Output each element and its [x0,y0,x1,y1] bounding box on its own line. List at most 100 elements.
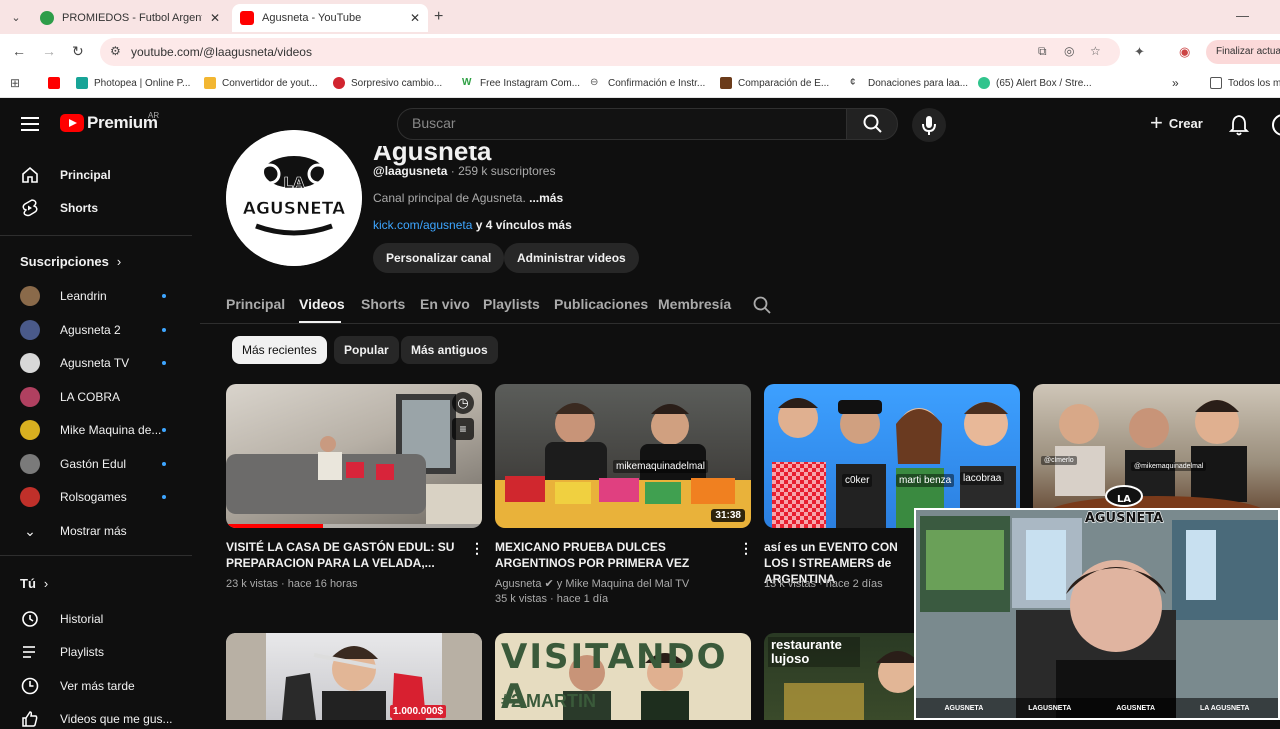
sidebar-item-principal[interactable]: Principal [20,165,111,185]
back-icon[interactable]: ← [12,43,26,59]
manage-videos-button[interactable]: Administrar videos [504,243,639,273]
bookmark-comparacion[interactable]: Comparación de E... [720,77,829,89]
search-box[interactable] [397,108,847,140]
subscriptions-header[interactable]: Suscripciones › [20,254,121,269]
sidebar-sub-agusneta-tv[interactable]: Agusneta TV [20,353,129,373]
video-thumbnail-5[interactable]: 1.000.000$ [226,633,482,720]
bookmark-instagram[interactable]: W Free Instagram Com... [462,77,580,89]
install-app-icon[interactable]: ⧉ [1038,44,1047,59]
bookmark-photopea[interactable]: Photopea | Online P... [76,77,190,89]
tab-shorts[interactable]: Shorts [361,296,405,312]
sidebar-sub-la-cobra[interactable]: LA COBRA [20,387,120,407]
browser-tab-promiedos[interactable]: PROMIEDOS - Futbol Argentino ✕ [32,4,228,32]
sidebar-item-playlists[interactable]: Playlists [20,642,104,662]
url-text[interactable]: youtube.com/@laagusneta/videos [131,45,312,59]
you-header[interactable]: Tú › [20,576,48,591]
promiedos-favicon [40,11,54,25]
forward-icon[interactable]: → [42,43,56,59]
bookmark-donaciones[interactable]: ¢ Donaciones para laa... [850,77,968,89]
channel-name: Agusneta [373,136,492,166]
chip-oldest[interactable]: Más antiguos [401,336,498,364]
more-bookmarks-icon[interactable]: » [1172,76,1179,90]
tab-playlists[interactable]: Playlists [483,296,540,312]
bookmark-star-icon[interactable]: ☆ [1090,44,1101,58]
youtube-logo[interactable]: Premium AR [60,111,159,133]
channel-avatar[interactable]: LA AGUSNETA [226,130,362,266]
kick-handle: AGUSNETA [1116,704,1155,712]
converter-favicon [204,77,216,89]
tab-membresia[interactable]: Membresía [658,296,731,312]
search-icon [753,296,771,314]
bookmark-label: (65) Alert Box / Stre... [996,77,1092,89]
tab-videos[interactable]: Videos [299,296,345,312]
video-title[interactable]: VISITÉ LA CASA DE GASTÓN EDUL: SU PREPAR… [226,539,466,571]
video-thumbnail-3[interactable]: c0ker marti benza lacobraa [764,384,1020,528]
sidebar-sub-rolsogames[interactable]: Rolsogames [20,487,127,507]
site-info-icon[interactable]: ⚙ [110,44,121,58]
create-button[interactable]: + Crear [1150,110,1203,135]
sidebar-label: Historial [60,612,104,626]
video-title[interactable]: MEXICANO PRUEBA DULCES ARGENTINOS POR PR… [495,539,735,571]
video-thumbnail-6[interactable]: VISITANDO A #2 MARTIN [495,633,751,720]
sidebar-item-historial[interactable]: Historial [20,609,103,629]
sidebar-sub-agusneta-2[interactable]: Agusneta 2 [20,320,121,340]
bookmark-label: Comparación de E... [738,77,830,89]
close-tab-icon[interactable]: ✕ [210,11,220,25]
sidebar-sub-mike-maquina[interactable]: Mike Maquina de... [20,420,161,440]
search-input[interactable] [412,115,832,131]
sidebar-item-watch-later[interactable]: Ver más tarde [20,676,135,696]
sidebar-sub-gaston-edul[interactable]: Gastón Edul [20,454,126,474]
tab-en-vivo[interactable]: En vivo [420,296,470,312]
tab-principal[interactable]: Principal [226,296,285,312]
bookmark-youtube[interactable] [48,77,66,89]
browser-tab-youtube[interactable]: Agusneta - YouTube ✕ [232,4,428,32]
close-tab-icon[interactable]: ✕ [410,11,420,25]
bookmark-alertbox[interactable]: (65) Alert Box / Stre... [978,77,1092,89]
sidebar-item-shorts[interactable]: Shorts [20,198,98,218]
all-bookmarks-folder[interactable]: Todos los marcadores [1210,77,1280,89]
chip-recent[interactable]: Más recientes [232,336,327,364]
more-links[interactable]: y 4 vínculos más [476,218,572,232]
video-channel[interactable]: Agusneta ✔ y Mike Maquina del Mal TV [495,577,689,592]
more-options-icon[interactable]: ⋮ [470,540,484,557]
watch-later-icon[interactable]: ◷ [452,392,474,414]
tab-publicaciones[interactable]: Publicaciones [554,296,648,312]
more-options-icon[interactable]: ⋮ [739,540,753,557]
profile-icon[interactable]: ◉ [1179,44,1190,60]
sidebar-label: LA COBRA [60,390,121,404]
voice-search-button[interactable] [912,108,946,142]
minimize-window-icon[interactable]: — [1236,8,1249,23]
customize-channel-button[interactable]: Personalizar canal [373,243,505,273]
channel-search-button[interactable] [752,295,772,320]
sidebar-sub-leandrin[interactable]: Leandrin [20,286,107,306]
sidebar-label: Shorts [60,201,99,215]
apps-grid-icon[interactable]: ⊞ [10,76,20,90]
search-button[interactable] [846,108,898,140]
tab-search-dropdown[interactable]: ⌄ [6,8,26,28]
extensions-icon[interactable]: ✦ [1134,44,1145,60]
kick-link[interactable]: kick.com/agusneta [373,218,472,232]
more-link[interactable]: ...más [529,191,563,205]
section-title: Suscripciones [20,254,109,269]
add-to-queue-icon[interactable]: ≡ [452,418,474,440]
account-avatar[interactable] [1272,114,1280,136]
video-thumbnail-2[interactable]: mikemaquinadelmal 31:38 [495,384,751,528]
channel-links[interactable]: kick.com/agusneta y 4 vínculos más [373,218,572,232]
bookmark-confirmacion[interactable]: ⊖ Confirmación e Instr... [590,77,705,89]
tracking-protection-icon[interactable]: ◎ [1064,44,1074,58]
menu-icon[interactable] [21,117,39,131]
subscriber-count: · 259 k suscriptores [450,164,556,178]
sidebar-item-liked-videos[interactable]: Videos que me gus... [20,709,173,729]
profile-button[interactable]: Finalizar actual [1206,40,1280,64]
channel-description[interactable]: Canal principal de Agusneta. ...más [373,191,563,205]
video-thumbnail-1[interactable]: ◷ ≡ [226,384,482,528]
notifications-button[interactable] [1228,114,1250,141]
bookmark-news[interactable]: Sorpresivo cambio... [333,77,442,89]
plus-icon: + [1150,110,1163,135]
new-tab-icon[interactable]: + [434,8,443,26]
bookmark-converter[interactable]: Convertidor de yout... [204,77,318,89]
show-more-button[interactable]: ⌄ Mostrar más [20,521,127,541]
address-bar[interactable]: ⚙ youtube.com/@laagusneta/videos ⧉ ◎ ☆ [100,38,1120,66]
chip-popular[interactable]: Popular [334,336,399,364]
reload-icon[interactable]: ↻ [72,43,84,60]
